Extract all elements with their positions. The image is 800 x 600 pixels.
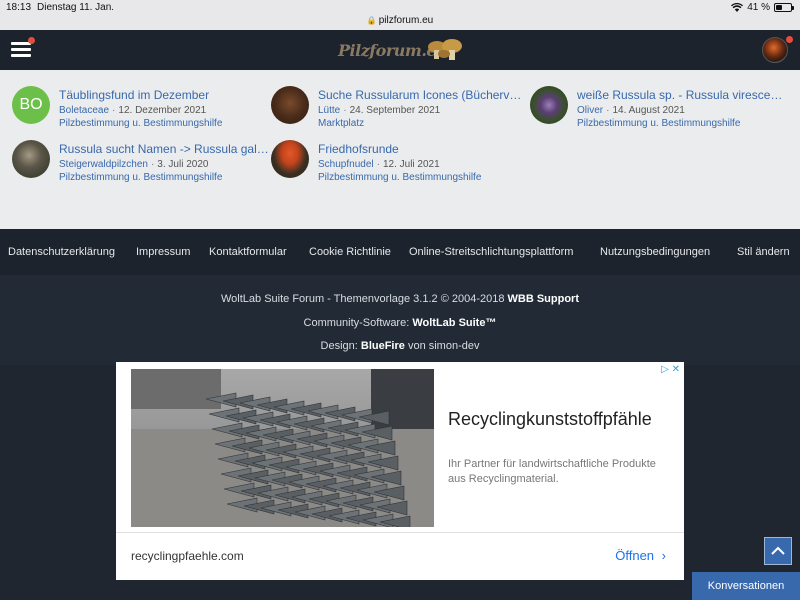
avatar xyxy=(271,140,309,178)
thread-title[interactable]: Russula sucht Namen -> Russula galo… xyxy=(59,142,269,156)
footer-link-privacy[interactable]: Datenschutzerklärung xyxy=(8,246,115,258)
notification-dot xyxy=(28,37,35,44)
wifi-icon xyxy=(731,3,744,12)
thread-date: 24. September 2021 xyxy=(349,105,441,116)
thread-board[interactable]: Pilzbestimmung u. Bestimmungshilfe xyxy=(59,118,222,129)
woltlab-link[interactable]: WoltLab Suite™ xyxy=(412,317,496,329)
footer-link-cookies[interactable]: Cookie Richtlinie xyxy=(309,246,391,258)
thread-meta: Boletaceae · 12. Dezember 2021 xyxy=(59,105,207,116)
url-text: pilzforum.eu xyxy=(378,15,434,26)
thread-title[interactable]: Suche Russularum Icones (Bücherver… xyxy=(318,88,528,102)
thread-author[interactable]: Schupfnudel xyxy=(318,159,374,170)
avatar xyxy=(12,140,50,178)
thread-date: 12. Dezember 2021 xyxy=(118,105,207,116)
thread-item[interactable]: Friedhofsrunde Schupfnudel · 12. Juli 2021… xyxy=(271,140,528,183)
chevron-up-icon xyxy=(771,546,785,555)
status-indicators: 41 % xyxy=(731,2,794,13)
thread-board[interactable]: Pilzbestimmung u. Bestimmungshilfe xyxy=(577,118,740,129)
footer-navigation: Datenschutzerklärung Impressum Kontaktfo… xyxy=(0,229,800,275)
avatar xyxy=(271,86,309,124)
thread-author[interactable]: Boletaceae xyxy=(59,105,109,116)
footer-link-terms[interactable]: Nutzungsbedingungen xyxy=(600,246,710,258)
wbb-support-link[interactable]: WBB Support xyxy=(508,293,579,305)
user-avatar[interactable] xyxy=(762,37,788,63)
adchoices-icon[interactable]: ▷ ✕ xyxy=(661,364,680,375)
thread-meta: Schupfnudel · 12. Juli 2021 xyxy=(318,159,440,170)
thread-title[interactable]: Friedhofsrunde xyxy=(318,142,528,156)
footer-link-contact[interactable]: Kontaktformular xyxy=(209,246,287,258)
ios-status-bar: 18:13 Dienstag 11. Jan. 🔒 pilzforum.eu 41… xyxy=(0,0,800,30)
thread-meta: Lütte · 24. September 2021 xyxy=(318,105,441,116)
thread-board[interactable]: Pilzbestimmung u. Bestimmungshilfe xyxy=(318,172,481,183)
thread-author[interactable]: Oliver xyxy=(577,105,603,116)
battery-fill xyxy=(776,5,782,10)
thread-date: 3. Juli 2020 xyxy=(157,159,209,170)
thread-meta: Steigerwaldpilzchen · 3. Juli 2020 xyxy=(59,159,209,170)
mushroom-logo-icon xyxy=(428,39,462,60)
site-header: Pilzforum.eu xyxy=(0,30,800,70)
thread-board[interactable]: Pilzbestimmung u. Bestimmungshilfe xyxy=(59,172,222,183)
scroll-to-top-button[interactable] xyxy=(764,537,792,565)
thread-item[interactable]: weiße Russula sp. - Russula virescens… O… xyxy=(530,86,787,129)
ad-open-label: Öffnen xyxy=(615,548,655,563)
battery-percent: 41 % xyxy=(747,2,770,13)
thread-date: 14. August 2021 xyxy=(612,105,685,116)
ad-divider xyxy=(116,532,684,533)
copyright-line: WoltLab Suite Forum - Themenvorlage 3.1.… xyxy=(220,293,579,305)
status-time: 18:13 xyxy=(6,2,32,13)
advertisement[interactable]: ▷ ✕ Recyclingkunststoffpfähle Ihr Partne… xyxy=(116,362,684,580)
related-threads: BO Täublingsfund im Dezember Boletaceae ·… xyxy=(0,70,800,229)
ad-image[interactable] xyxy=(131,369,434,527)
ad-headline[interactable]: Recyclingkunststoffpfähle xyxy=(448,409,652,430)
footer-link-odr[interactable]: Online-Streitschlichtungsplattform xyxy=(409,246,573,258)
thread-board[interactable]: Marktplatz xyxy=(318,118,364,129)
conversations-button[interactable]: Konversationen xyxy=(692,572,800,600)
chevron-right-icon: › xyxy=(661,548,666,563)
ad-domain[interactable]: recyclingpfaehle.com xyxy=(131,549,244,563)
footer-link-style[interactable]: Stil ändern xyxy=(737,246,790,258)
thread-item[interactable]: Suche Russularum Icones (Bücherver… Lütt… xyxy=(271,86,528,129)
thread-meta: Oliver · 14. August 2021 xyxy=(577,105,685,116)
software-line: Community-Software: WoltLab Suite™ xyxy=(303,317,497,329)
status-date: Dienstag 11. Jan. xyxy=(37,2,115,13)
avatar xyxy=(530,86,568,124)
thread-author[interactable]: Steigerwaldpilzchen xyxy=(59,159,148,170)
thread-title[interactable]: weiße Russula sp. - Russula virescens… xyxy=(577,88,787,102)
ad-description: Ihr Partner für landwirtschaftliche Prod… xyxy=(448,458,656,485)
ad-open-button[interactable]: Öffnen › xyxy=(615,548,666,563)
avatar: BO xyxy=(12,86,50,124)
lock-icon: 🔒 xyxy=(366,16,377,25)
avatar-notification-dot xyxy=(786,36,793,43)
posts-photo xyxy=(131,369,434,527)
menu-icon[interactable] xyxy=(11,42,31,58)
thread-author[interactable]: Lütte xyxy=(318,105,340,116)
design-line: Design: BlueFire von simon-dev xyxy=(320,340,480,352)
site-logo[interactable]: Pilzforum.eu xyxy=(338,38,464,64)
address-bar[interactable]: 🔒 pilzforum.eu xyxy=(0,15,800,26)
footer-link-imprint[interactable]: Impressum xyxy=(136,246,190,258)
battery-icon xyxy=(774,3,794,12)
copyright-section: WoltLab Suite Forum - Themenvorlage 3.1.… xyxy=(0,275,800,365)
thread-item[interactable]: Russula sucht Namen -> Russula galo… Ste… xyxy=(12,140,269,183)
thread-date: 12. Juli 2021 xyxy=(382,159,440,170)
thread-item[interactable]: BO Täublingsfund im Dezember Boletaceae ·… xyxy=(12,86,269,129)
bluefire-link[interactable]: BlueFire xyxy=(361,340,405,352)
thread-title[interactable]: Täublingsfund im Dezember xyxy=(59,88,269,102)
